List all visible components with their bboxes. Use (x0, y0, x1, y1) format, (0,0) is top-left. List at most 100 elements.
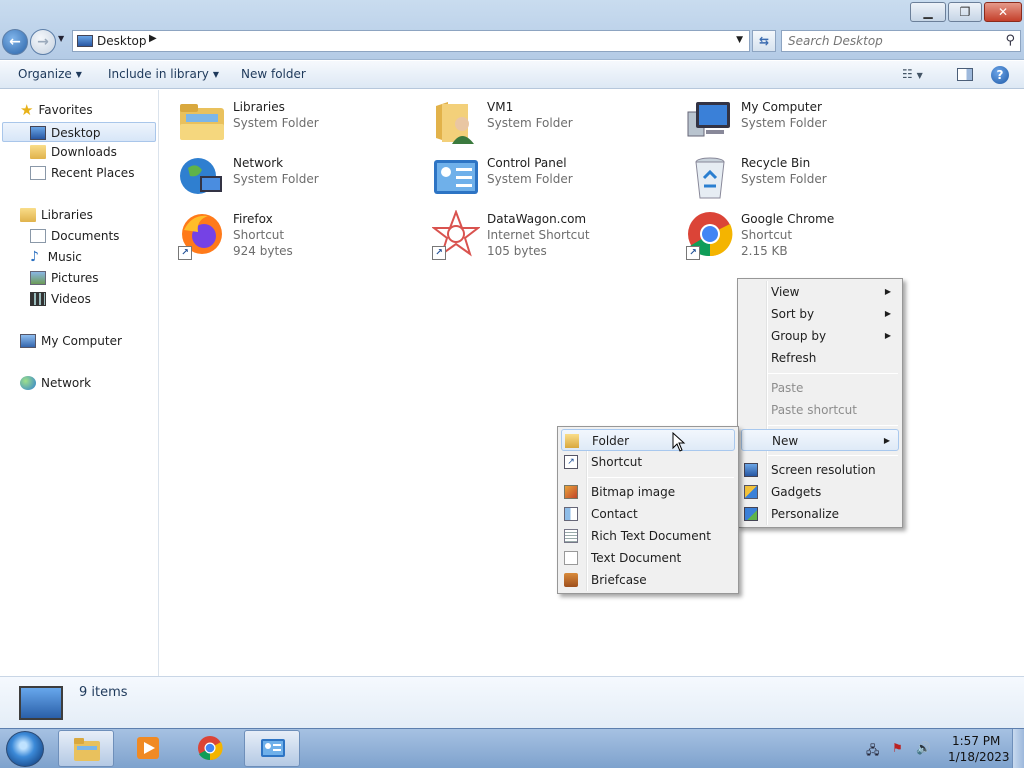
item-network[interactable]: Network System Folder (178, 154, 418, 204)
item-name: Google Chrome (741, 212, 835, 226)
menu-item-view[interactable]: View ▶ (741, 281, 899, 303)
close-button[interactable]: ✕ (984, 2, 1022, 22)
submenu-item-contact[interactable]: Contact (561, 503, 735, 525)
menu-item-gadgets[interactable]: Gadgets (741, 481, 899, 503)
menu-item-label: Personalize (771, 507, 840, 521)
organize-label: Organize (18, 67, 72, 81)
sidebar-item-label: Libraries (41, 208, 93, 222)
item-datawagon[interactable]: ↗ DataWagon.com Internet Shortcut 105 by… (432, 210, 672, 260)
item-google-chrome[interactable]: ↗ Google Chrome Shortcut 2.15 KB (686, 210, 926, 260)
sidebar-item-music[interactable]: ♪ Music (30, 247, 82, 267)
details-pane: 9 items (0, 676, 1024, 728)
forward-button[interactable]: → (30, 29, 56, 55)
sidebar-item-my-computer[interactable]: My Computer (20, 331, 122, 351)
item-name: Firefox (233, 212, 273, 226)
include-in-library-button[interactable]: Include in library ▼ (108, 67, 219, 81)
sidebar-item-videos[interactable]: Videos (30, 289, 91, 309)
refresh-button[interactable]: ⇆ (752, 30, 776, 52)
submenu-item-folder[interactable]: Folder (561, 429, 735, 451)
menu-item-paste-shortcut[interactable]: Paste shortcut (741, 399, 899, 421)
volume-icon[interactable]: 🔊 (916, 741, 931, 755)
item-type: Shortcut (233, 228, 285, 242)
organize-button[interactable]: Organize ▼ (18, 67, 82, 81)
search-input[interactable] (782, 31, 992, 51)
network-globe-icon (20, 375, 36, 390)
menu-item-label: Sort by (771, 307, 815, 321)
menu-item-label: Briefcase (591, 573, 647, 587)
submenu-item-rich-text-document[interactable]: Rich Text Document (561, 525, 735, 547)
new-submenu: Folder ↗ Shortcut Bitmap image Contact R… (557, 426, 739, 594)
maximize-button[interactable]: ❐ (948, 2, 982, 22)
menu-item-refresh[interactable]: Refresh (741, 347, 899, 369)
menu-item-paste[interactable]: Paste (741, 377, 899, 399)
network-tray-icon[interactable]: 🖧 (866, 741, 879, 762)
control-panel-icon (434, 160, 478, 194)
folder-icon (565, 434, 579, 448)
sidebar-item-documents[interactable]: Documents (30, 226, 119, 246)
help-button[interactable]: ? (991, 66, 1009, 84)
preview-pane-button[interactable] (957, 68, 973, 81)
recent-pages-dropdown[interactable]: ▼ (58, 34, 64, 43)
computer-icon (20, 333, 36, 348)
sidebar-item-desktop[interactable]: Desktop (2, 122, 156, 142)
taskbar-chrome[interactable] (182, 730, 238, 767)
sidebar-item-downloads[interactable]: Downloads (30, 142, 117, 162)
desktop-icon (30, 125, 46, 140)
item-name: Control Panel (487, 156, 567, 170)
clock-date[interactable]: 1/18/2023 (948, 750, 1010, 764)
sidebar-item-libraries[interactable]: Libraries (20, 205, 93, 225)
taskbar-explorer[interactable] (58, 730, 114, 767)
menu-item-screen-resolution[interactable]: Screen resolution (741, 459, 899, 481)
forward-arrow-icon: → (37, 34, 49, 50)
item-count: 9 items (79, 685, 128, 700)
sidebar-item-recent-places[interactable]: Recent Places (30, 163, 134, 183)
taskbar-control-panel[interactable] (244, 730, 300, 767)
search-box[interactable]: ⚲ (781, 30, 1021, 52)
item-firefox[interactable]: ↗ Firefox Shortcut 924 bytes (178, 210, 418, 260)
search-icon[interactable]: ⚲ (1005, 33, 1015, 48)
menu-separator (588, 477, 734, 478)
submenu-item-briefcase[interactable]: Briefcase (561, 569, 735, 591)
action-center-flag-icon[interactable]: ⚑ (892, 741, 903, 755)
menu-item-label: Bitmap image (591, 485, 676, 499)
submenu-arrow-icon: ▶ (884, 331, 891, 340)
address-bar[interactable]: Desktop ▶ ▼ (72, 30, 750, 52)
change-view-button[interactable]: ☷ ▼ (902, 67, 923, 81)
submenu-item-text-document[interactable]: Text Document (561, 547, 735, 569)
sidebar-item-pictures[interactable]: Pictures (30, 268, 99, 288)
menu-item-sort-by[interactable]: Sort by ▶ (741, 303, 899, 325)
menu-separator (768, 425, 898, 426)
sidebar-item-network[interactable]: Network (20, 373, 91, 393)
start-button[interactable] (6, 731, 44, 767)
navigation-pane: ★ Favorites Desktop Downloads Recent Plac… (0, 90, 159, 676)
menu-item-group-by[interactable]: Group by ▶ (741, 325, 899, 347)
menu-item-label: Shortcut (591, 455, 643, 469)
menu-separator (768, 373, 898, 374)
sidebar-item-label: My Computer (41, 334, 122, 348)
menu-item-personalize[interactable]: Personalize (741, 503, 899, 525)
item-my-computer[interactable]: My Computer System Folder (686, 98, 926, 148)
item-recycle-bin[interactable]: Recycle Bin System Folder (686, 154, 926, 204)
libraries-icon (20, 207, 36, 222)
item-control-panel[interactable]: Control Panel System Folder (432, 154, 672, 204)
address-dropdown-icon[interactable]: ▼ (736, 35, 743, 45)
submenu-item-bitmap-image[interactable]: Bitmap image (561, 481, 735, 503)
show-desktop-button[interactable] (1012, 729, 1024, 768)
new-folder-button[interactable]: New folder (241, 67, 306, 81)
item-vm1[interactable]: VM1 System Folder (432, 98, 672, 148)
menu-item-new[interactable]: New ▶ (741, 429, 899, 451)
downloads-folder-icon (30, 144, 46, 159)
sidebar-item-label: Favorites (38, 103, 93, 117)
back-button[interactable]: ← (2, 29, 28, 55)
view-icon: ☷ (902, 67, 913, 81)
item-name: VM1 (487, 100, 514, 114)
minimize-button[interactable]: ▁ (910, 2, 946, 22)
menu-item-label: Group by (771, 329, 827, 343)
text-document-icon (564, 551, 578, 565)
sidebar-item-favorites[interactable]: ★ Favorites (20, 100, 93, 120)
submenu-item-shortcut[interactable]: ↗ Shortcut (561, 451, 735, 473)
clock-time[interactable]: 1:57 PM (952, 734, 1000, 748)
item-libraries[interactable]: Libraries System Folder (178, 98, 418, 148)
taskbar-media-player[interactable] (120, 730, 176, 767)
breadcrumb-arrow-icon[interactable]: ▶ (149, 33, 157, 44)
